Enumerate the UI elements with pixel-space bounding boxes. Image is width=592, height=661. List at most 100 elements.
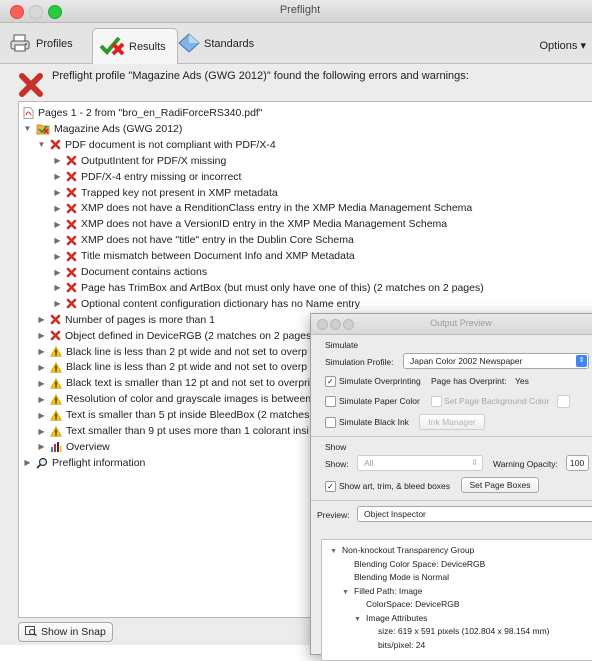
disclosure-closed-icon[interactable]: ▶ — [53, 252, 62, 261]
warning-icon — [50, 361, 62, 373]
inspector-item[interactable]: ▼ Non-knockout Transparency Group — [330, 545, 474, 555]
background-color-swatch[interactable] — [557, 395, 570, 408]
disclosure-closed-icon[interactable]: ▶ — [37, 379, 46, 388]
tree-item[interactable]: ▶ OutputIntent for PDF/X missing — [53, 153, 226, 169]
disclosure-closed-icon[interactable]: ▶ — [37, 411, 46, 420]
tree-item[interactable]: ▶ Document contains actions — [53, 264, 207, 280]
tree-item[interactable]: ▶ XMP does not have a RenditionClass entr… — [53, 200, 472, 216]
disclosure-closed-icon[interactable]: ▶ — [37, 427, 46, 436]
disclosure-closed-icon[interactable]: ▶ — [37, 363, 46, 372]
tree-item[interactable]: ▶ Text smaller than 9 pt uses more than 1… — [37, 423, 308, 439]
tree-item[interactable]: Pages 1 - 2 from "bro_en_RadiForceRS340.… — [23, 105, 263, 121]
stepper-icon: ⇕ — [471, 458, 478, 467]
tree-item-label: Black text is smaller than 12 pt and not… — [66, 377, 310, 390]
tree-item-label: Overview — [66, 440, 110, 453]
disclosure-open-icon[interactable]: ▼ — [342, 589, 354, 596]
disclosure-closed-icon[interactable]: ▶ — [37, 442, 46, 451]
inspector-item[interactable]: ColorSpace: DeviceRGB — [354, 599, 460, 609]
simulate-black-ink-checkbox[interactable] — [325, 417, 336, 428]
tree-item[interactable]: ▶ Number of pages is more than 1 — [37, 312, 215, 328]
inspector-item[interactable]: Blending Color Space: DeviceRGB — [342, 559, 485, 569]
disclosure-closed-icon[interactable]: ▶ — [53, 220, 62, 229]
simulate-paper-color-checkbox[interactable] — [325, 396, 336, 407]
tree-item[interactable]: ▶ PDF/X-4 entry missing or incorrect — [53, 169, 241, 185]
disclosure-closed-icon[interactable]: ▶ — [53, 204, 62, 213]
show-select[interactable]: All ⇕ — [357, 455, 483, 471]
tree-item[interactable]: ▶ Trapped key not present in XMP metadata — [53, 185, 277, 201]
options-menu[interactable]: Options ▾ — [539, 39, 586, 52]
disclosure-closed-icon[interactable]: ▶ — [37, 395, 46, 404]
warning-opacity-field[interactable]: 100 — [566, 455, 589, 471]
simulate-overprinting-label: Simulate Overprinting — [339, 376, 421, 386]
tree-item-label: Black line is less than 2 pt wide and no… — [66, 345, 308, 358]
tree-item[interactable]: ▶ Overview — [37, 439, 110, 455]
disclosure-closed-icon[interactable]: ▶ — [53, 268, 62, 277]
tab-results[interactable]: Results — [92, 28, 178, 64]
inspector-item-label: size: 619 x 591 pixels (102.804 x 98.154… — [378, 626, 550, 636]
tree-item[interactable]: ▼ Magazine Ads (GWG 2012) — [23, 121, 183, 137]
tree-item[interactable]: ▶ Preflight information — [23, 455, 145, 471]
disclosure-open-icon[interactable]: ▼ — [37, 140, 46, 149]
tree-item[interactable]: ▶ XMP does not have "title" entry in the … — [53, 232, 353, 248]
disclosure-open-icon[interactable]: ▼ — [23, 124, 32, 133]
tree-item[interactable]: ▶ Black line is less than 2 pt wide and n… — [37, 359, 307, 375]
disclosure-open-icon[interactable]: ▼ — [354, 616, 366, 623]
inspector-item[interactable]: ▼ Filled Path: Image — [342, 586, 423, 596]
warning-icon — [50, 425, 62, 437]
tree-item-label: Magazine Ads (GWG 2012) — [54, 122, 183, 135]
page-has-overprint-value: Yes — [515, 376, 529, 386]
warning-icon — [50, 393, 62, 405]
inspector-item[interactable]: ▼ Image Attributes — [354, 613, 427, 623]
tree-item[interactable]: ▶ Title mismatch between Document Info an… — [53, 248, 354, 264]
overview-icon — [51, 441, 62, 452]
pdf-icon — [23, 107, 34, 119]
tree-item[interactable]: ▶ XMP does not have a VersionID entry in … — [53, 216, 447, 232]
preview-select[interactable]: Object Inspector — [357, 506, 592, 522]
set-page-boxes-button[interactable]: Set Page Boxes — [461, 477, 539, 493]
disclosure-closed-icon[interactable]: ▶ — [37, 347, 46, 356]
tree-item[interactable]: ▶ Black line is less than 2 pt wide and n… — [37, 344, 307, 360]
disclosure-closed-icon[interactable]: ▶ — [23, 458, 32, 467]
disclosure-closed-icon[interactable]: ▶ — [53, 172, 62, 181]
disclosure-closed-icon[interactable]: ▶ — [53, 283, 62, 292]
tree-item[interactable]: ▶ Optional content configuration dictiona… — [53, 296, 360, 312]
warning-icon — [50, 409, 62, 421]
disclosure-closed-icon[interactable]: ▶ — [37, 315, 46, 324]
tree-item-label: Object defined in DeviceRGB (2 matches o… — [65, 329, 312, 342]
tree-item[interactable]: ▶ Page has TrimBox and ArtBox (but must o… — [53, 280, 483, 296]
tree-item-label: Preflight information — [52, 456, 146, 469]
show-in-snap-button[interactable]: Show in Snap — [18, 622, 113, 642]
tree-item[interactable]: ▶ Object defined in DeviceRGB (2 matches … — [37, 328, 311, 344]
error-icon — [66, 203, 77, 214]
set-page-background-label: Set Page Background Color — [444, 396, 550, 406]
simulation-profile-select[interactable]: Japan Color 2002 Newspaper ⇕ — [403, 353, 589, 369]
ink-manager-button[interactable]: Ink Manager — [419, 414, 485, 430]
inspector-item-label: Filled Path: Image — [354, 585, 423, 596]
warning-icon — [50, 346, 62, 357]
warning-opacity-label: Warning Opacity: — [493, 459, 558, 469]
disclosure-closed-icon[interactable]: ▶ — [37, 331, 46, 340]
tree-item[interactable]: ▶ Text is smaller than 5 pt inside BleedB… — [37, 407, 309, 423]
tab-profiles[interactable]: Profiles — [10, 29, 73, 59]
chevron-down-icon: ▾ — [580, 40, 586, 52]
error-icon — [66, 235, 77, 245]
inspector-item[interactable]: size: 619 x 591 pixels (102.804 x 98.154… — [366, 626, 550, 636]
inspector-item[interactable]: Blending Mode is Normal — [342, 572, 449, 582]
disclosure-closed-icon[interactable]: ▶ — [53, 299, 62, 308]
simulate-overprinting-checkbox[interactable]: ✓ — [325, 376, 336, 387]
set-page-background-checkbox[interactable] — [431, 396, 442, 407]
disclosure-closed-icon[interactable]: ▶ — [53, 188, 62, 197]
disclosure-closed-icon[interactable]: ▶ — [53, 236, 62, 245]
tree-item[interactable]: ▶ Resolution of color and grayscale image… — [37, 391, 311, 407]
profiles-icon — [10, 33, 32, 56]
tree-item-label: Optional content configuration dictionar… — [81, 297, 360, 310]
tree-item[interactable]: ▶ Black text is smaller than 12 pt and no… — [37, 375, 310, 391]
tab-standards[interactable]: Standards — [178, 29, 254, 59]
warning-icon — [50, 377, 62, 389]
tree-item[interactable]: ▼ PDF document is not compliant with PDF/… — [37, 137, 276, 153]
error-icon — [66, 155, 77, 166]
show-boxes-checkbox[interactable]: ✓ — [325, 481, 336, 492]
show-value: All — [364, 458, 374, 468]
disclosure-open-icon[interactable]: ▼ — [330, 548, 342, 555]
disclosure-closed-icon[interactable]: ▶ — [53, 156, 62, 165]
